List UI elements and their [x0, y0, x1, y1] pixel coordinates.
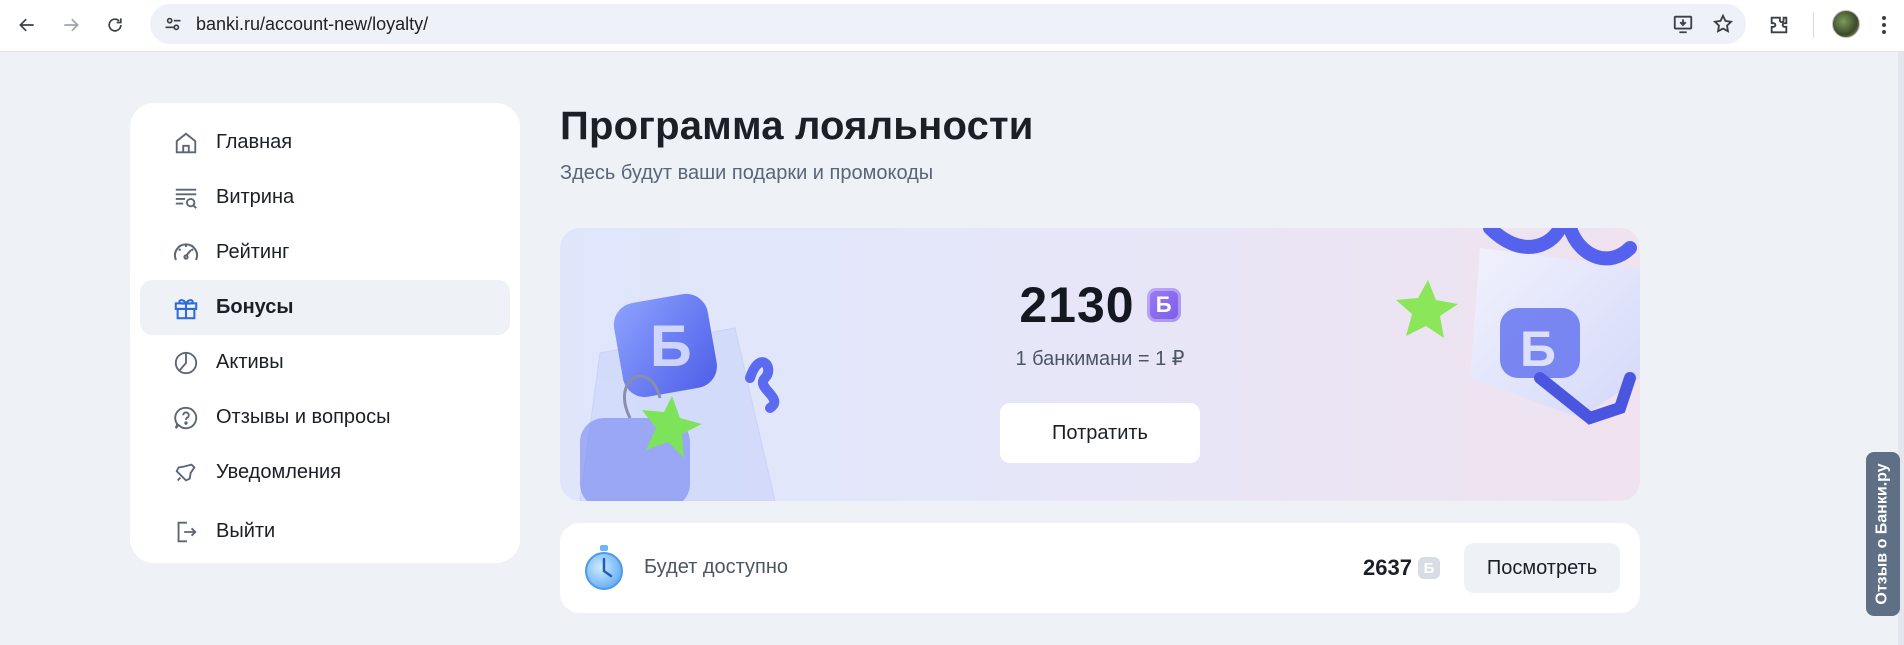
sidebar-item-rating[interactable]: Рейтинг	[140, 225, 510, 280]
loyalty-balance-card: Б 2130 Б 1 банкимани = 1 ₽ Потратить Б	[560, 228, 1640, 501]
sidebar-item-notifications[interactable]: Уведомления	[140, 445, 510, 500]
pending-label: Будет доступно	[644, 556, 789, 578]
sidebar-item-label: Рейтинг	[216, 241, 290, 263]
forward-button[interactable]	[56, 10, 86, 40]
site-settings-icon[interactable]	[160, 11, 186, 37]
svg-text:Б: Б	[1520, 321, 1556, 377]
feedback-tab-label: Отзыв о Банки.ру	[1874, 463, 1891, 605]
account-sidebar: Главная Витрина Рейтинг Бонусы Активы От…	[130, 103, 520, 563]
showcase-search-icon	[172, 184, 200, 212]
sidebar-item-bonuses[interactable]: Бонусы	[140, 280, 510, 335]
sidebar-item-reviews[interactable]: Отзывы и вопросы	[140, 390, 510, 445]
question-bubble-icon	[172, 404, 200, 432]
bookmark-star-icon[interactable]	[1710, 11, 1736, 37]
reload-button[interactable]	[100, 10, 130, 40]
home-icon	[172, 129, 200, 157]
sidebar-item-label: Выйти	[216, 520, 276, 542]
address-bar[interactable]: banki.ru/account-new/loyalty/	[150, 4, 1746, 44]
pending-amount: 2637 Б	[1363, 555, 1440, 581]
arrow-right-icon	[64, 18, 79, 32]
sidebar-item-label: Отзывы и вопросы	[216, 406, 391, 428]
gift-box-illustration: Б	[1396, 228, 1640, 425]
sidebar-item-label: Главная	[216, 131, 293, 153]
browser-toolbar: banki.ru/account-new/loyalty/	[0, 0, 1904, 52]
back-button[interactable]	[12, 10, 42, 40]
arrow-left-icon	[19, 18, 34, 32]
profile-avatar[interactable]	[1832, 10, 1860, 38]
pending-number: 2637	[1363, 555, 1412, 580]
balance-number: 2130	[1019, 277, 1135, 333]
install-app-icon[interactable]	[1670, 11, 1696, 37]
view-button[interactable]: Посмотреть	[1464, 543, 1620, 593]
page-title: Программа лояльности	[560, 104, 1034, 148]
reload-icon	[108, 18, 122, 32]
url-text[interactable]: banki.ru/account-new/loyalty/	[196, 14, 428, 35]
sidebar-item-home[interactable]: Главная	[140, 115, 510, 170]
pie-chart-icon	[172, 349, 200, 377]
sidebar-item-label: Уведомления	[216, 461, 342, 483]
bell-icon	[172, 459, 200, 487]
sidebar-item-label: Активы	[216, 351, 284, 373]
sidebar-item-label: Витрина	[216, 186, 295, 208]
sidebar-item-assets[interactable]: Активы	[140, 335, 510, 390]
bankimani-coin-icon: Б	[1146, 288, 1181, 322]
browser-menu-icon[interactable]	[1874, 10, 1894, 40]
sidebar-item-showcase[interactable]: Витрина	[140, 170, 510, 225]
gauge-icon	[172, 239, 200, 267]
stopwatch-icon	[585, 545, 623, 590]
gift-icon	[172, 294, 200, 322]
pending-bonuses-card: Будет доступно 2637 Б Посмотреть	[560, 523, 1640, 613]
sidebar-item-label: Бонусы	[216, 296, 294, 318]
spend-button[interactable]: Потратить	[1000, 403, 1200, 463]
bankimani-coin-icon: Б	[1418, 557, 1440, 579]
feedback-tab[interactable]: Отзыв о Банки.ру	[1866, 452, 1900, 616]
sidebar-item-logout[interactable]: Выйти	[140, 504, 510, 559]
toolbar-divider	[1813, 12, 1814, 38]
logout-icon	[172, 518, 200, 546]
extensions-icon[interactable]	[1764, 10, 1794, 40]
page-subtitle: Здесь будут ваши подарки и промокоды	[560, 162, 934, 184]
